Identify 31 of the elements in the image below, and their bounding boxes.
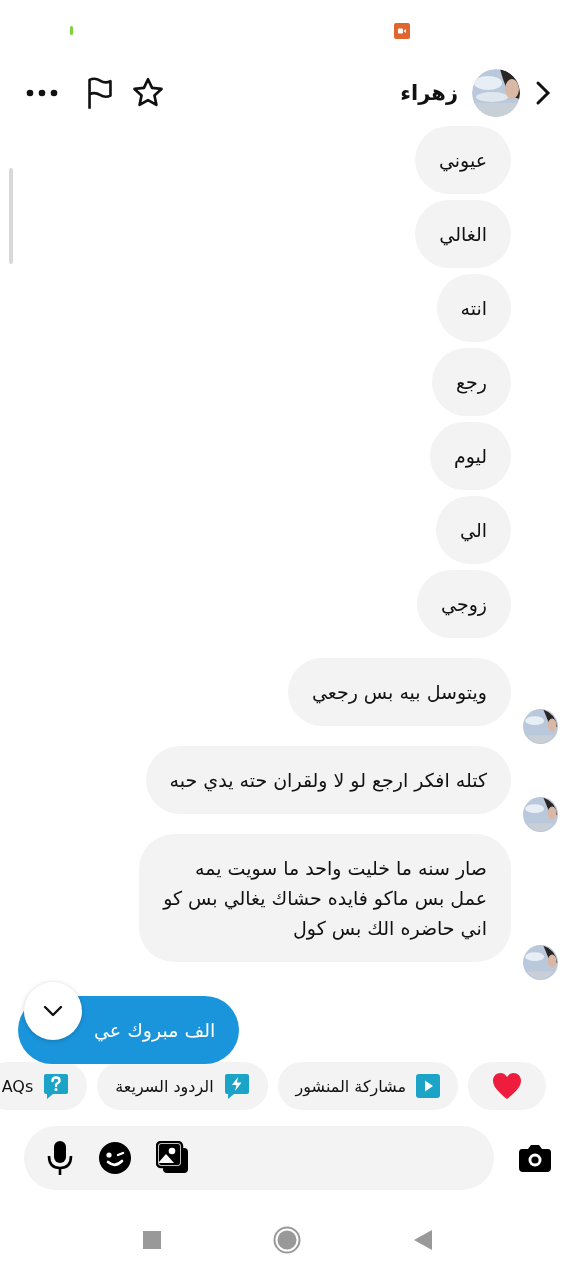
shortcut-chip[interactable]: مشاركة المنشور bbox=[277, 1062, 458, 1110]
more-icon[interactable] bbox=[26, 89, 58, 97]
video-camera-icon bbox=[394, 23, 410, 39]
message-bubble: كتله افكر ارجع لو لا ولقران حته يدي حبه bbox=[145, 746, 511, 814]
question-bubble-icon bbox=[43, 1072, 70, 1100]
message-bubble: انته bbox=[436, 274, 511, 342]
gallery-icon[interactable] bbox=[156, 1141, 190, 1175]
message-bubble: الغالي bbox=[415, 200, 511, 268]
message-bubble: عيوني bbox=[415, 126, 511, 194]
message-bubble: ويتوسل بيه بس رجعي bbox=[287, 658, 511, 726]
shortcut-chip[interactable]: الردود السريعة bbox=[97, 1062, 268, 1110]
contact-name: زهراء bbox=[400, 81, 458, 105]
heart-icon bbox=[492, 1072, 522, 1100]
message-bubble: صار سنه ما خليت واحد ما سويت يمه عمل بس ماكو فايده حشاك يغالي بس كو اني حاضره الك بس كول bbox=[139, 834, 511, 962]
home-circle-icon[interactable] bbox=[273, 1226, 301, 1254]
message-bubble: زوجي bbox=[417, 570, 511, 638]
back-icon[interactable] bbox=[534, 79, 552, 107]
back-triangle-icon[interactable] bbox=[413, 1229, 433, 1251]
signal-mark bbox=[70, 26, 73, 35]
scroll-down-button[interactable] bbox=[24, 982, 82, 1040]
message-bubble: رجع bbox=[431, 348, 511, 416]
camera-icon[interactable] bbox=[518, 1143, 552, 1173]
shortcut-chip[interactable]: AQs bbox=[0, 1062, 88, 1110]
sticker-face-icon[interactable] bbox=[98, 1141, 132, 1175]
message-bubble: ليوم bbox=[429, 422, 511, 490]
lightning-bubble-icon bbox=[223, 1072, 250, 1100]
message-bubble: الي bbox=[436, 496, 511, 564]
microphone-icon[interactable] bbox=[46, 1140, 74, 1176]
chevron-down-icon bbox=[42, 1004, 64, 1018]
heart-reaction-button[interactable] bbox=[468, 1062, 546, 1110]
play-icon bbox=[416, 1074, 440, 1098]
